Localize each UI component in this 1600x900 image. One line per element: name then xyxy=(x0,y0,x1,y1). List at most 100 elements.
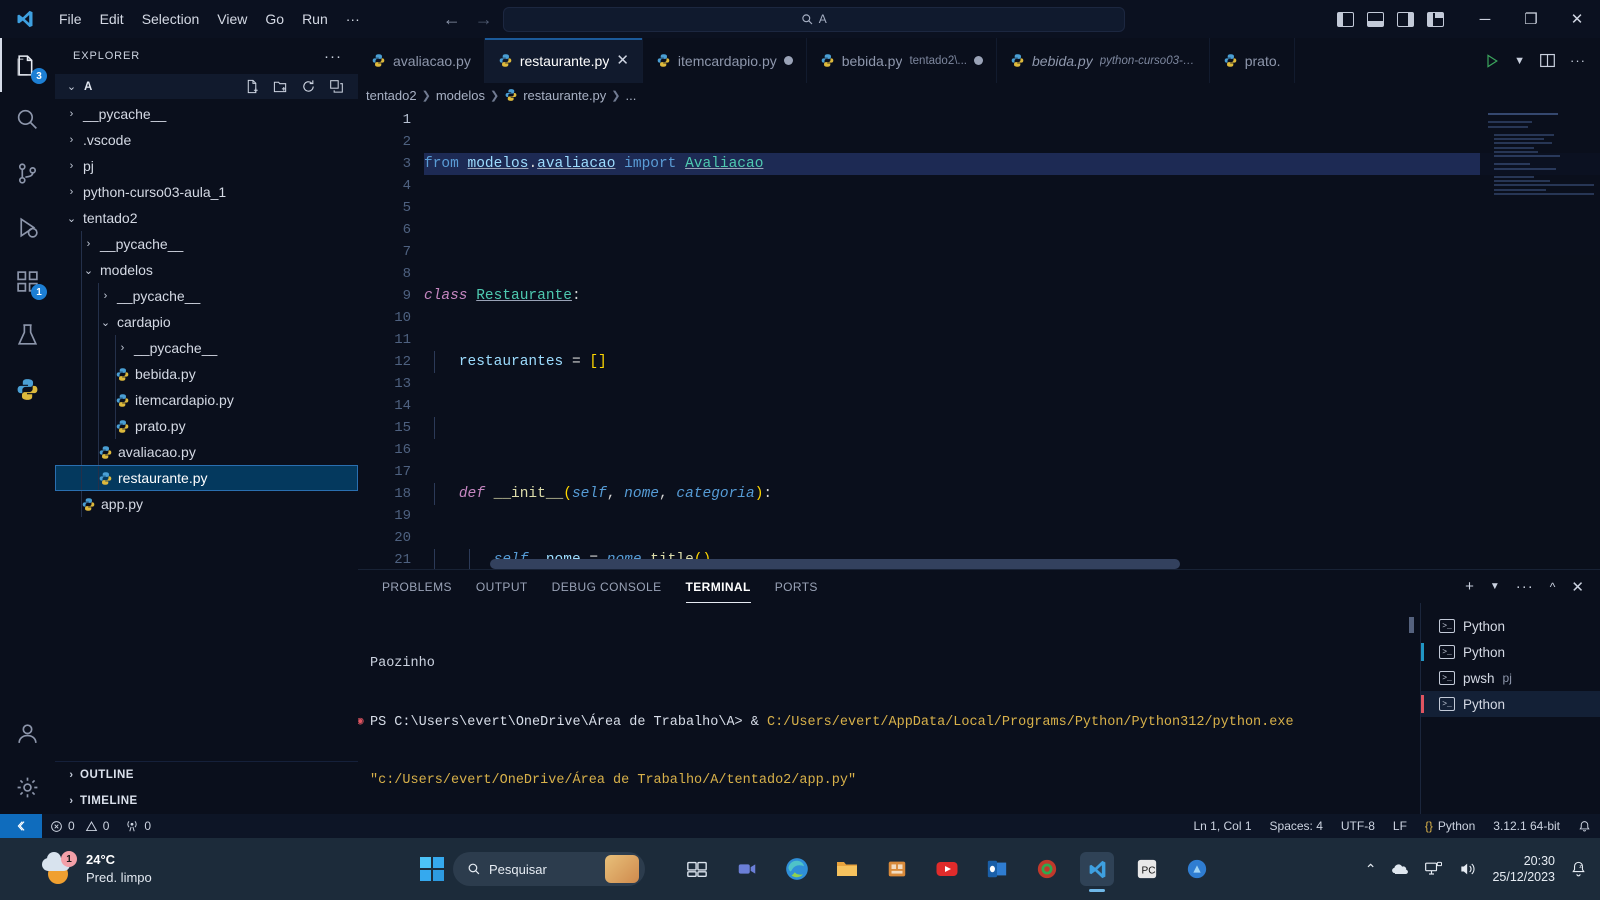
chevron-right-icon[interactable]: › xyxy=(97,290,114,302)
command-center-search[interactable]: A xyxy=(502,6,1125,32)
taskbar-weather-widget[interactable]: 1 24°C Pred. limpo xyxy=(0,851,152,886)
menu-file[interactable]: File xyxy=(50,8,91,30)
blue-app-icon[interactable] xyxy=(1180,852,1214,886)
onedrive-icon[interactable] xyxy=(1390,859,1410,879)
tree-item--pycache-[interactable]: › __pycache__ xyxy=(55,231,358,257)
minimize-button[interactable]: ─ xyxy=(1462,0,1508,38)
new-file-icon[interactable] xyxy=(245,79,260,94)
close-panel-icon[interactable]: ✕ xyxy=(1571,578,1584,596)
maximize-panel-icon[interactable]: ^ xyxy=(1550,580,1556,594)
chevron-down-icon[interactable]: ⌄ xyxy=(63,80,80,93)
customize-layout-icon[interactable] xyxy=(1427,11,1444,27)
teams-icon[interactable] xyxy=(730,852,764,886)
toggle-panel-icon[interactable] xyxy=(1367,11,1384,27)
tree-item--vscode[interactable]: › .vscode xyxy=(55,127,358,153)
pycharm-icon[interactable]: PC xyxy=(1130,852,1164,886)
editor-horizontal-scrollbar[interactable] xyxy=(490,559,1180,569)
editor-tab-3[interactable]: bebida.py tentado2\... xyxy=(807,38,997,83)
maximize-button[interactable]: ❐ xyxy=(1508,0,1554,38)
editor-tab-1[interactable]: restaurante.py ✕ xyxy=(484,38,643,83)
status-notifications[interactable] xyxy=(1569,814,1600,838)
menu-go[interactable]: Go xyxy=(256,8,293,30)
status-encoding[interactable]: UTF-8 xyxy=(1332,814,1384,838)
menu-view[interactable]: View xyxy=(208,8,256,30)
code-editor[interactable]: 1 2 3 4 5 6 7 8 9 10 11 12 13 14 15 16 17 18 19 20 21 from m… xyxy=(358,107,1600,569)
chevron-down-icon[interactable]: ▼ xyxy=(1490,581,1500,592)
activity-source-control[interactable] xyxy=(0,146,55,200)
panel-tab-ports[interactable]: PORTS xyxy=(763,570,830,603)
editor-tab-2[interactable]: itemcardapio.py xyxy=(643,38,807,83)
status-language-mode[interactable]: {} Python xyxy=(1416,814,1484,838)
store-icon[interactable] xyxy=(880,852,914,886)
toggle-secondary-sidebar-icon[interactable] xyxy=(1397,11,1414,27)
code-content[interactable]: from modelos.avaliacao import Avaliacao … xyxy=(424,107,1600,569)
activity-manage-settings[interactable] xyxy=(0,760,55,814)
breadcrumb-item-2[interactable]: restaurante.py xyxy=(523,88,606,103)
go-forward-icon[interactable]: → xyxy=(475,9,493,30)
explorer-more-icon[interactable]: ··· xyxy=(324,48,342,65)
vscode-icon[interactable] xyxy=(1080,852,1114,892)
terminal-output[interactable]: Paozinho ◉ PS C:\Users\evert\OneDrive\Áre… xyxy=(358,603,1420,814)
copilot-kit-icon[interactable] xyxy=(605,855,639,883)
tree-item-itemcardapio-py[interactable]: itemcardapio.py xyxy=(55,387,358,413)
taskbar-clock[interactable]: 20:30 25/12/2023 xyxy=(1492,853,1555,886)
chevron-down-icon[interactable]: ⌄ xyxy=(97,316,114,329)
chevron-right-icon[interactable]: › xyxy=(114,342,131,354)
network-icon[interactable] xyxy=(1424,859,1444,879)
chevron-down-icon[interactable]: ⌄ xyxy=(80,264,97,277)
new-folder-icon[interactable] xyxy=(273,79,288,94)
terminal-list-item-2[interactable]: >_ pwsh pj xyxy=(1421,665,1600,691)
split-editor-icon[interactable] xyxy=(1539,52,1556,69)
tree-item--pycache-[interactable]: › __pycache__ xyxy=(55,101,358,127)
tree-item-pj[interactable]: › pj xyxy=(55,153,358,179)
notification-bell-icon[interactable]: z xyxy=(1569,860,1588,879)
panel-tab-problems[interactable]: PROBLEMS xyxy=(370,570,464,603)
editor-more-actions-icon[interactable]: ··· xyxy=(1570,53,1586,68)
panel-more-actions-icon[interactable]: ··· xyxy=(1516,578,1534,595)
breadcrumb-item-0[interactable]: tentado2 xyxy=(366,88,417,103)
chevron-right-icon[interactable]: › xyxy=(63,186,80,198)
add-terminal-icon[interactable]: + xyxy=(1465,578,1474,595)
menu-run[interactable]: Run xyxy=(293,8,337,30)
chevron-down-icon[interactable]: ⌄ xyxy=(63,212,80,225)
tree-item-restaurante-py[interactable]: restaurante.py xyxy=(55,465,358,491)
refresh-icon[interactable] xyxy=(301,79,316,94)
tab-close-icon[interactable]: ✕ xyxy=(616,53,629,68)
taskbar-search-box[interactable]: Pesquisar xyxy=(453,852,645,886)
task-view-icon[interactable] xyxy=(680,852,714,886)
menu-edit[interactable]: Edit xyxy=(91,8,133,30)
status-problems[interactable]: 0 0 xyxy=(42,814,117,838)
tree-item-bebida-py[interactable]: bebida.py xyxy=(55,361,358,387)
activity-extensions[interactable]: 1 xyxy=(0,254,55,308)
tree-item-tentado2[interactable]: ⌄ tentado2 xyxy=(55,205,358,231)
minimap[interactable] xyxy=(1480,107,1600,569)
status-cursor-position[interactable]: Ln 1, Col 1 xyxy=(1184,814,1260,838)
chevron-right-icon[interactable]: › xyxy=(63,108,80,120)
run-options-chevron-down-icon[interactable]: ▼ xyxy=(1514,55,1525,67)
section-outline[interactable]: › OUTLINE xyxy=(55,762,358,788)
terminal-list-item-0[interactable]: >_ Python xyxy=(1421,613,1600,639)
terminal-list-item-3[interactable]: >_ Python xyxy=(1421,691,1600,717)
tree-item--pycache-[interactable]: › __pycache__ xyxy=(55,335,358,361)
volume-icon[interactable] xyxy=(1458,859,1478,879)
tree-item-python-curso03-aula-1[interactable]: › python-curso03-aula_1 xyxy=(55,179,358,205)
file-explorer-icon[interactable] xyxy=(830,852,864,886)
terminal-scrollbar[interactable] xyxy=(1409,617,1414,633)
activity-testing[interactable] xyxy=(0,308,55,362)
panel-tab-debug-console[interactable]: DEBUG CONSOLE xyxy=(540,570,674,603)
tree-item--pycache-[interactable]: › __pycache__ xyxy=(55,283,358,309)
app-green-icon[interactable] xyxy=(1030,852,1064,886)
editor-tab-4[interactable]: bebida.py python-curso03-aula_1\... xyxy=(997,38,1210,83)
tab-unsaved-dot-icon[interactable] xyxy=(974,56,983,65)
close-button[interactable]: ✕ xyxy=(1554,0,1600,38)
terminal-list-item-1[interactable]: >_ Python xyxy=(1421,639,1600,665)
run-python-file-icon[interactable] xyxy=(1484,53,1500,69)
editor-tab-0[interactable]: avaliacao.py xyxy=(358,38,485,83)
chevron-right-icon[interactable]: › xyxy=(63,134,80,146)
breadcrumb-item-1[interactable]: modelos xyxy=(436,88,485,103)
chevron-right-icon[interactable]: › xyxy=(63,160,80,172)
tree-item-app-py[interactable]: app.py xyxy=(55,491,358,517)
windows-logo-icon[interactable] xyxy=(420,857,444,881)
activity-accounts[interactable] xyxy=(0,706,55,760)
menu-more[interactable]: ··· xyxy=(337,8,369,30)
